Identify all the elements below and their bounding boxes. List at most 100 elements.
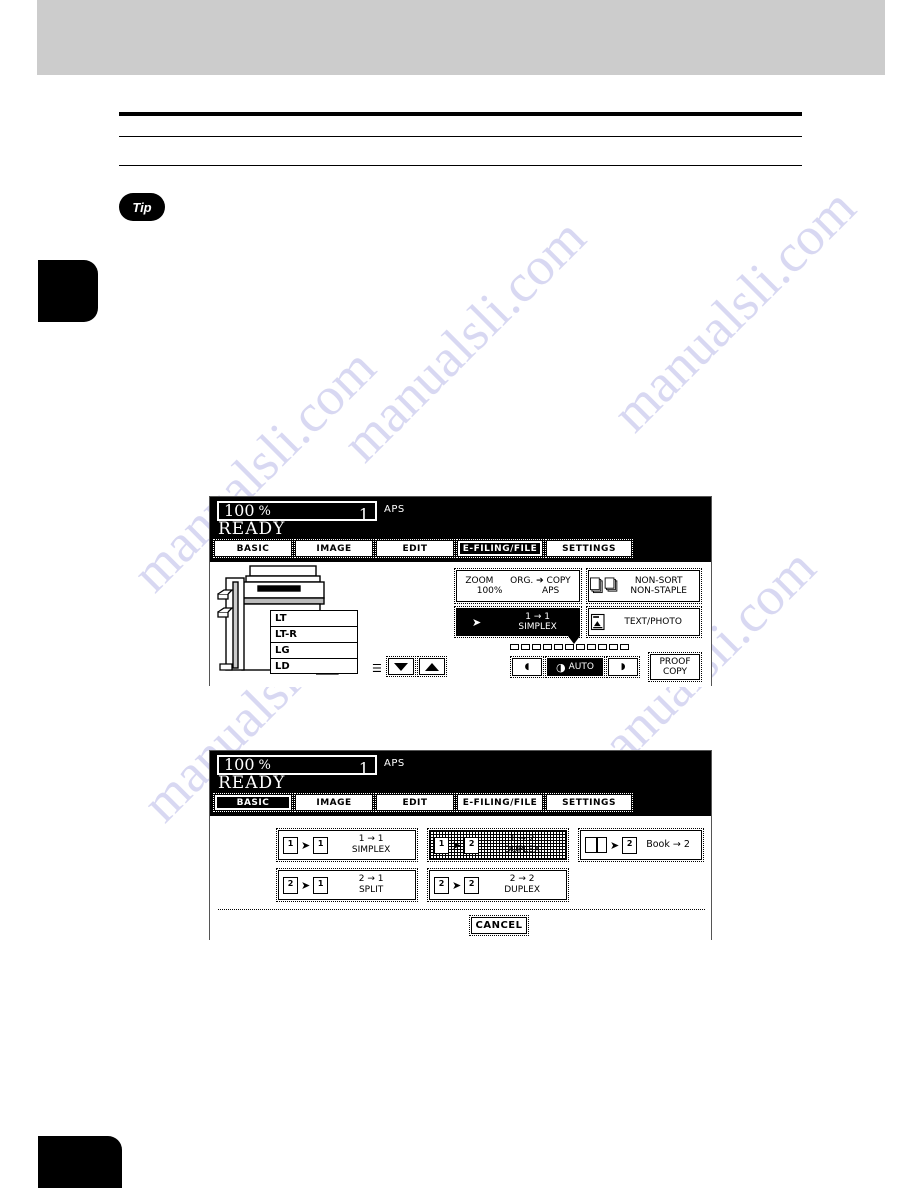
tab-image[interactable]: IMAGE — [294, 539, 374, 558]
auto-exposure-button[interactable]: ◑ AUTO — [545, 656, 605, 678]
mode-button-book-to-2[interactable]: ➤ 2 Book → 2 — [578, 828, 704, 862]
zoom-ratio-value: 100 — [224, 755, 255, 774]
drawer-size-lt-r[interactable]: LT-R — [270, 626, 358, 642]
percent-sign: % — [258, 757, 271, 773]
lcd-status-header: 100 % 1 APS READY BASIC IMAGE EDIT E-FIL… — [210, 751, 711, 816]
page-icon-original: 2 — [434, 876, 449, 894]
auto-exposure-icon: ◑ — [556, 660, 566, 674]
paper-drawer-list: LT LT-R LG LD — [270, 610, 358, 674]
arrow-right-icon: ➤ — [610, 838, 620, 852]
exposure-step — [532, 644, 541, 650]
header-rule-thin — [119, 165, 802, 166]
exposure-step — [521, 644, 530, 650]
page-icon-output: 1 — [313, 876, 334, 899]
tab-image[interactable]: IMAGE — [294, 793, 374, 812]
zoom-label: ZOOM — [465, 576, 494, 586]
tab-basic[interactable]: BASIC — [213, 539, 293, 558]
drawer-down-button[interactable] — [386, 656, 416, 677]
exposure-step — [576, 644, 585, 650]
lcd-body: 1 ➤ 1 1 → 1 SIMPLEX 1 ➤ 2 1 → 2 DUPLEX ➤… — [210, 816, 711, 941]
tab-efiling-file[interactable]: E-FILING/FILE — [456, 539, 544, 558]
tab-edit[interactable]: EDIT — [375, 793, 455, 812]
finishing-line1: NON-SORT — [634, 575, 683, 586]
duplex-line1: 1 → 1 — [525, 611, 550, 622]
exposure-step — [543, 644, 552, 650]
mode-button-simplex[interactable]: 1 ➤ 1 1 → 1 SIMPLEX — [276, 828, 418, 862]
page-icon-output: 1 — [313, 836, 334, 859]
status-message: READY — [218, 519, 286, 539]
exposure-marker-icon — [568, 636, 580, 644]
finishing-mode-button[interactable]: NON-SORT NON-STAPLE — [586, 568, 702, 604]
drawer-size-ld[interactable]: LD — [270, 658, 358, 674]
mode-line1: 2 → 1 — [358, 874, 384, 885]
tab-settings[interactable]: SETTINGS — [545, 539, 633, 558]
cancel-button[interactable]: CANCEL — [469, 915, 529, 936]
arrow-right-icon: ◗ — [620, 661, 626, 672]
proof-line1: PROOF — [659, 656, 691, 667]
tab-edit[interactable]: EDIT — [375, 539, 455, 558]
mode-line2: SPLIT — [358, 885, 384, 895]
copier-basic-screen: 100 % 1 APS READY BASIC IMAGE EDIT E-FIL… — [209, 496, 712, 687]
zoom-ratio-display: 100 % 1 — [217, 501, 377, 524]
mode-line1: 1 → 1 — [358, 834, 384, 845]
mode-label-1to2-duplex: 1 → 2 DUPLEX — [482, 834, 562, 856]
drawer-size-lg[interactable]: LG — [270, 642, 358, 658]
auto-exposure-label: AUTO — [568, 662, 594, 672]
book-icon — [585, 837, 607, 853]
zoom-ratio-display: 100 % 1 — [217, 755, 377, 778]
header-rule-thick — [119, 112, 802, 116]
copy-count-value: 1 — [358, 505, 369, 524]
mode-line2: DUPLEX — [504, 845, 541, 855]
arrow-right-icon: ➤ — [452, 838, 462, 852]
page-icon-output: 2 — [464, 876, 480, 894]
zoom-ratio-button[interactable]: ZOOM ORG. ➔ COPY 100% APS — [454, 568, 582, 604]
duplex-mode-label: 1 → 1 SIMPLEX — [496, 612, 579, 633]
drawer-nav-buttons — [386, 656, 447, 677]
tab-basic[interactable]: BASIC — [213, 793, 293, 812]
exposure-step — [510, 644, 519, 650]
mode-line2: SIMPLEX — [351, 845, 391, 855]
tab-bar: BASIC IMAGE EDIT E-FILING/FILE SETTINGS — [213, 539, 633, 558]
watermark-text: manualsli.com — [600, 176, 867, 444]
proof-line2: COPY — [662, 667, 688, 677]
tab-settings[interactable]: SETTINGS — [545, 793, 633, 812]
page-icon-number: 2 — [468, 838, 475, 848]
aps-value: APS — [541, 586, 560, 596]
arrow-right-icon: ➤ — [472, 615, 482, 629]
exposure-decrease-button[interactable]: ◖ — [510, 656, 544, 678]
page-icon-original: 1 — [434, 836, 454, 859]
page-number-tab-marker — [38, 1136, 122, 1188]
mode-label-split: 2 → 1 SPLIT — [331, 874, 411, 896]
tip-badge: Tip — [119, 193, 165, 221]
mode-button-split[interactable]: 2 ➤ 1 2 → 1 SPLIT — [276, 868, 418, 902]
tab-efiling-file[interactable]: E-FILING/FILE — [456, 793, 544, 812]
page-icon-original: 1 — [283, 836, 303, 859]
finishing-line2: NON-STAPLE — [630, 586, 687, 596]
original-mode-button[interactable]: TEXT/PHOTO — [586, 606, 702, 638]
arrow-right-icon: ➤ — [301, 838, 311, 852]
mode-line2: DUPLEX — [504, 885, 541, 895]
tray-link-icon: ☰ — [372, 662, 382, 675]
proof-copy-button[interactable]: PROOF COPY — [648, 652, 702, 682]
paper-source-label: APS — [384, 758, 405, 769]
drawer-size-lt[interactable]: LT — [270, 610, 358, 626]
non-sort-icon — [590, 577, 618, 594]
mode-button-2to2-duplex[interactable]: 2 ➤ 2 2 → 2 DUPLEX — [427, 868, 569, 902]
org-copy-label: ORG. ➔ COPY — [510, 576, 571, 586]
drawer-up-button[interactable] — [417, 656, 447, 677]
mode-button-1to2-duplex[interactable]: 1 ➤ 2 1 → 2 DUPLEX — [427, 828, 569, 862]
page-icon-number: 1 — [317, 838, 324, 848]
status-message: READY — [218, 773, 286, 793]
page-icon-to — [481, 613, 502, 636]
lcd-body: LT LT-R LG LD ☰ ZOOM ORG. ➔ COPY 100% AP… — [210, 562, 711, 687]
exposure-increase-button[interactable]: ◗ — [606, 656, 640, 678]
exposure-scale — [510, 644, 629, 650]
duplex-mode-button[interactable]: 1 → 1 ➤ 1 → 1 SIMPLEX — [454, 606, 582, 638]
triangle-down-icon — [394, 662, 408, 671]
arrow-right-icon: ➤ — [452, 878, 462, 892]
page-icon-number: 1 — [317, 878, 324, 888]
page-icon-from: 1 → 1 — [457, 613, 477, 636]
tab-bar: BASIC IMAGE EDIT E-FILING/FILE SETTINGS — [213, 793, 633, 812]
original-mode-label: TEXT/PHOTO — [624, 616, 682, 627]
exposure-step — [554, 644, 563, 650]
